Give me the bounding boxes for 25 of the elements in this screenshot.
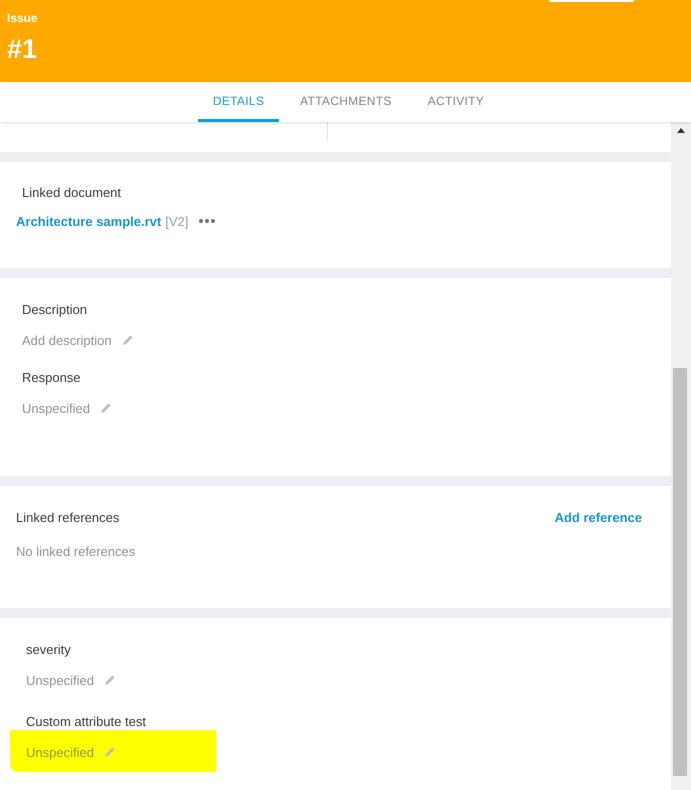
version-label: [V2] <box>165 212 188 231</box>
up-arrow-icon[interactable] <box>677 128 685 133</box>
document-link[interactable]: Architecture sample.rvt <box>16 212 162 231</box>
empty-text: No linked references <box>16 542 136 560</box>
field-label: Custom attribute test <box>26 713 146 731</box>
field-value[interactable]: Unspecified <box>26 742 94 762</box>
field-value[interactable]: Add description <box>22 330 112 350</box>
section-title: Linked references <box>16 509 120 527</box>
field-label: Description <box>22 301 88 319</box>
field-value[interactable]: Unspecified <box>26 670 94 690</box>
pencil-icon[interactable] <box>100 402 112 414</box>
scroll-thumb[interactable] <box>673 368 687 776</box>
tab[interactable]: ACTIVITY <box>412 82 500 122</box>
pencil-icon[interactable] <box>104 674 116 686</box>
pencil-icon[interactable] <box>104 746 116 758</box>
field-label: Response <box>22 369 81 387</box>
add-reference-link[interactable]: Add reference <box>554 508 642 528</box>
field-label: Linked document <box>22 184 122 202</box>
field-value[interactable]: Unspecified <box>22 398 90 418</box>
issue-label: Issue <box>7 10 38 26</box>
scrollbar[interactable] <box>671 122 691 790</box>
pencil-icon[interactable] <box>122 334 134 346</box>
tab[interactable]: ATTACHMENTS <box>285 82 407 122</box>
issue-number: #1 <box>7 33 38 66</box>
field-label: severity <box>26 641 71 659</box>
